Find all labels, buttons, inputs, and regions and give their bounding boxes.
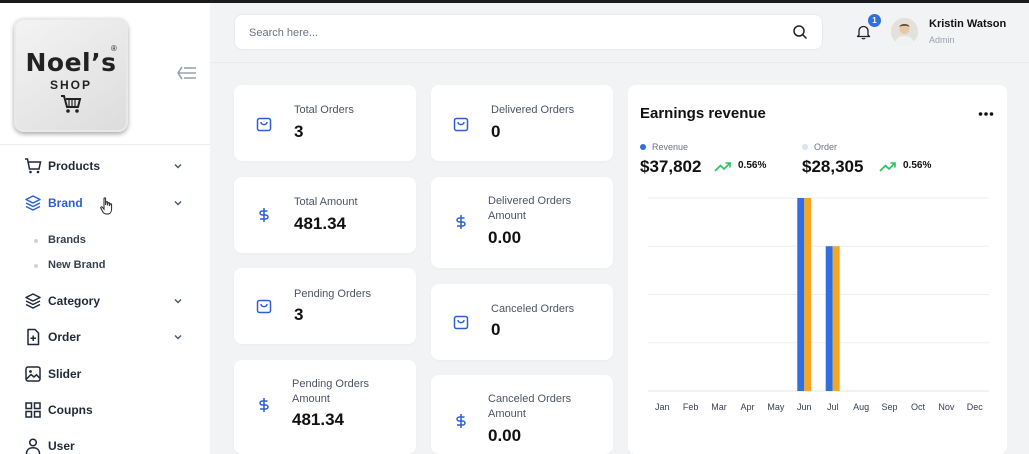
sidebar: Noel’s ® SHOP Products Brand Brands New … <box>0 3 210 454</box>
search-icon[interactable] <box>792 24 808 40</box>
bag-icon <box>256 117 272 132</box>
sidebar-subitem-new-brand[interactable]: New Brand <box>34 256 184 276</box>
x-tick-label: Nov <box>938 402 955 412</box>
cart-icon <box>61 95 82 113</box>
stat-card-total-amount[interactable]: Total Amount 481.34 <box>234 177 416 253</box>
logo-subtitle: SHOP <box>49 78 92 92</box>
earnings-panel: Earnings revenue Revenue $37,802 0.56% O… <box>628 85 1007 454</box>
x-tick-label: May <box>767 402 785 412</box>
stat-label: Canceled Orders <box>491 303 575 315</box>
sidebar-item-user[interactable]: User <box>0 432 210 454</box>
stat-card-canceled-orders[interactable]: Canceled Orders 0 <box>431 284 613 360</box>
sidebar-item-label: User <box>48 439 75 453</box>
stat-value: 0.00 <box>488 426 522 445</box>
stat-card-pending-orders-amount[interactable]: Pending Orders Amount 481.34 <box>234 360 416 454</box>
layers-icon <box>25 195 41 211</box>
sidebar-item-label: Slider <box>48 367 82 381</box>
image-icon <box>25 366 41 382</box>
sidebar-item-label: Brand <box>48 196 83 210</box>
bag-icon <box>256 299 272 314</box>
grid-icon <box>25 402 41 418</box>
stat-card-pending-orders[interactable]: Pending Orders 3 <box>234 268 416 344</box>
sidebar-item-order[interactable]: Order <box>0 323 210 351</box>
notification-badge: 1 <box>868 14 881 27</box>
chevron-down-icon[interactable] <box>172 331 184 343</box>
sidebar-item-slider[interactable]: Slider <box>0 360 210 388</box>
stat-label: Pending Orders Amount <box>292 378 370 405</box>
sidebar-divider <box>0 144 210 145</box>
stat-label: Canceled Orders Amount <box>488 393 572 420</box>
bullet-icon <box>34 239 38 243</box>
stat-card-total-orders[interactable]: Total Orders 3 <box>234 85 416 161</box>
stat-value: 0.00 <box>488 228 522 247</box>
x-tick-label: Jan <box>655 402 670 412</box>
x-tick-label: Dec <box>967 402 984 412</box>
stat-label: Delivered Orders <box>491 104 575 116</box>
cart-icon <box>25 158 42 174</box>
stat-value: 0 <box>491 122 501 141</box>
header-divider <box>210 62 1029 63</box>
sidebar-item-category[interactable]: Category <box>0 287 210 315</box>
sidebar-item-coupons[interactable]: Coupns <box>0 396 210 424</box>
user-icon <box>25 438 41 454</box>
sidebar-subitem-brands[interactable]: Brands <box>34 231 184 251</box>
avatar-image <box>891 18 918 45</box>
stat-value: 481.34 <box>292 410 344 429</box>
stat-card-delivered-orders-amount[interactable]: Delivered Orders Amount 0.00 <box>431 177 613 268</box>
sidebar-item-products[interactable]: Products <box>0 152 210 180</box>
sidebar-item-label: Order <box>48 330 81 344</box>
stat-label: Total Orders <box>294 104 354 116</box>
bar-order-jun[interactable] <box>804 198 812 391</box>
stat-label: Pending Orders <box>294 288 372 300</box>
stat-label: Total Amount <box>294 196 358 208</box>
user-role: Admin <box>929 35 955 45</box>
stat-card-delivered-orders[interactable]: Delivered Orders 0 <box>431 85 613 161</box>
sidebar-subitem-label: Brands <box>48 234 86 246</box>
bar-order-jul[interactable] <box>832 246 840 391</box>
x-tick-label: Mar <box>711 402 727 412</box>
chevron-down-icon[interactable] <box>172 197 184 209</box>
file-plus-icon <box>27 328 40 346</box>
sidebar-item-label: Products <box>48 159 101 173</box>
search-input[interactable] <box>249 23 769 43</box>
stat-value: 3 <box>294 122 304 141</box>
x-tick-label: Aug <box>853 402 869 412</box>
x-tick-label: Jul <box>827 402 839 412</box>
x-tick-label: Apr <box>740 402 754 412</box>
bell-icon <box>856 25 871 40</box>
x-tick-label: Oct <box>911 402 926 412</box>
bag-icon <box>453 315 469 330</box>
x-tick-label: Jun <box>797 402 812 412</box>
earnings-bar-chart: Jan Feb Mar Apr May Jun Jul Aug Sep Oct Nov Dec <box>648 197 989 412</box>
mouse-cursor-icon <box>100 197 113 215</box>
sidebar-subitem-label: New Brand <box>48 259 106 271</box>
dollar-icon <box>259 208 269 222</box>
chevron-down-icon[interactable] <box>172 295 184 307</box>
dollar-icon <box>456 414 466 428</box>
dollar-icon <box>456 215 466 229</box>
user-name[interactable]: Kristin Watson <box>929 18 1006 30</box>
collapse-sidebar-icon[interactable] <box>175 63 199 83</box>
logo-registered-mark: ® <box>111 44 117 53</box>
bar-revenue-jun[interactable] <box>797 198 805 391</box>
chevron-down-icon[interactable] <box>172 160 184 172</box>
x-tick-label: Sep <box>882 402 898 412</box>
stat-value: 3 <box>294 305 304 324</box>
stat-label: Delivered Orders Amount <box>488 195 572 222</box>
x-tick-label: Feb <box>683 402 699 412</box>
avatar[interactable] <box>891 18 918 45</box>
dollar-icon <box>259 398 269 412</box>
stat-value: 481.34 <box>294 214 346 233</box>
sidebar-item-label: Category <box>48 294 101 308</box>
stat-value: 0 <box>491 320 501 339</box>
sidebar-item-label: Coupns <box>48 403 93 417</box>
bullet-icon <box>34 264 38 268</box>
bar-revenue-jul[interactable] <box>825 246 833 391</box>
layers-icon <box>25 293 41 309</box>
stat-card-canceled-orders-amount[interactable]: Canceled Orders Amount 0.00 <box>431 375 613 454</box>
shop-logo[interactable]: Noel’s ® SHOP <box>14 18 128 132</box>
search-box <box>234 14 823 50</box>
bag-icon <box>453 117 469 132</box>
